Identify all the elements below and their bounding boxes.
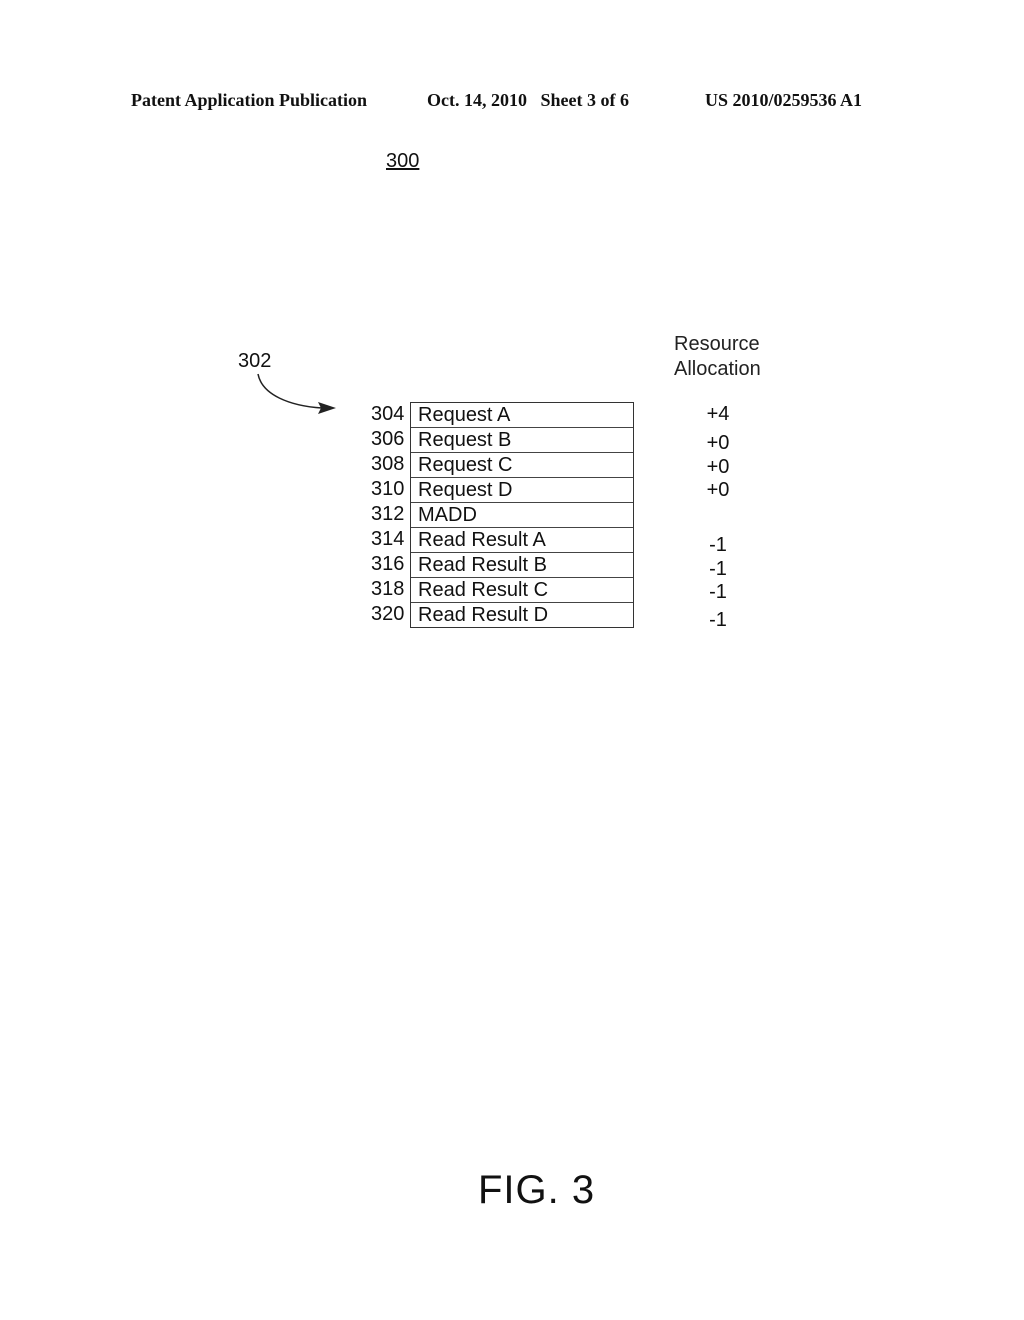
row-label: Read Result B xyxy=(418,554,547,576)
allocation-value: -1 xyxy=(709,609,727,631)
header-line-2: Allocation xyxy=(674,358,761,380)
instruction-table: Request A Request B Request C Request D … xyxy=(410,402,634,628)
row-id: 318 xyxy=(371,578,405,600)
table-row: MADD xyxy=(411,503,633,528)
row-label: Read Result C xyxy=(418,579,549,601)
row-id: 308 xyxy=(371,453,405,475)
table-row: Request D xyxy=(411,478,633,503)
table-row: Request B xyxy=(411,428,633,453)
table-row: Read Result B xyxy=(411,553,633,578)
row-label: MADD xyxy=(418,504,477,526)
row-id: 314 xyxy=(371,528,405,550)
row-id: 316 xyxy=(371,553,405,575)
allocation-value: -1 xyxy=(709,558,727,580)
table-row: Request A xyxy=(411,403,633,428)
row-label: Request D xyxy=(418,479,513,501)
allocation-value: +4 xyxy=(706,403,730,425)
allocation-value: +0 xyxy=(706,479,730,501)
row-id: 306 xyxy=(371,428,405,450)
resource-allocation-header: Resource Allocation xyxy=(674,332,761,382)
figure-caption: FIG. 3 xyxy=(478,1168,596,1212)
allocation-value: +0 xyxy=(706,456,730,478)
table-row: Read Result A xyxy=(411,528,633,553)
header-line-1: Resource xyxy=(674,333,760,355)
row-id: 304 xyxy=(371,403,405,425)
row-label: Request A xyxy=(418,404,511,426)
table-row: Request C xyxy=(411,453,633,478)
arrow-curve xyxy=(257,373,323,409)
row-label: Request B xyxy=(418,429,512,451)
pointer-arrow xyxy=(257,373,336,414)
table-row: Read Result D xyxy=(411,603,633,627)
allocation-value: -1 xyxy=(709,581,727,603)
row-label: Request C xyxy=(418,454,513,476)
row-label: Read Result A xyxy=(418,529,546,551)
table-row: Read Result C xyxy=(411,578,633,603)
row-label: Read Result D xyxy=(418,604,549,626)
row-id: 310 xyxy=(371,478,405,500)
allocation-value: -1 xyxy=(709,534,727,556)
row-id: 312 xyxy=(371,503,405,525)
row-id: 320 xyxy=(371,603,405,625)
allocation-value: +0 xyxy=(706,432,730,454)
